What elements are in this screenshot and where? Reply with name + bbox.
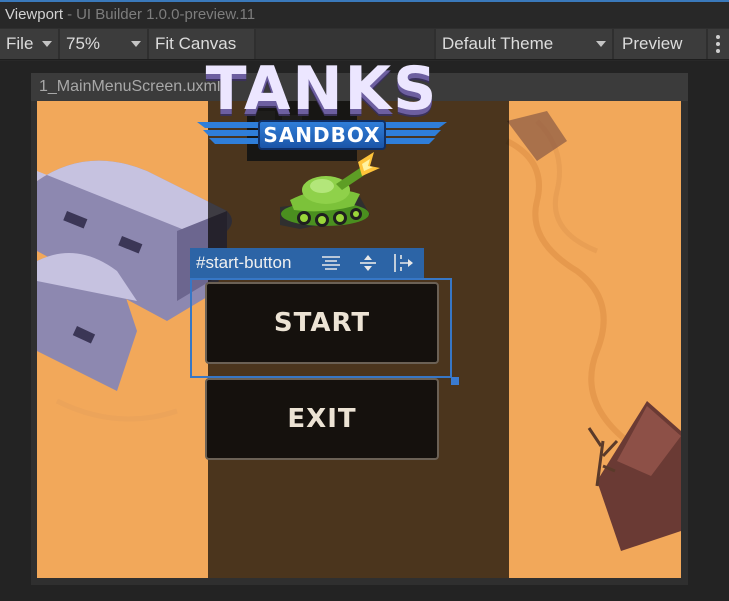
theme-dropdown[interactable]: Default Theme	[436, 29, 612, 59]
selected-element-name: #start-button	[196, 253, 292, 272]
preview-label: Preview	[622, 34, 683, 53]
title-separator: -	[67, 6, 73, 23]
panel-name: Viewport	[5, 6, 64, 23]
logo-title: TANKS	[205, 54, 439, 124]
chevron-down-icon	[596, 41, 606, 47]
logo-subtitle: SANDBOX	[258, 120, 386, 150]
align-justify-icon[interactable]	[320, 253, 342, 273]
file-menu-label: File	[6, 34, 34, 53]
vertical-ellipsis-icon[interactable]	[708, 29, 729, 59]
window-title-bar: Viewport - UI Builder 1.0.0-preview.11	[0, 2, 729, 28]
flex-direction-icon[interactable]	[392, 253, 416, 273]
tank-icon	[280, 152, 380, 229]
theme-value: Default Theme	[442, 34, 554, 53]
selection-label[interactable]: #start-button	[190, 248, 424, 278]
file-menu-button[interactable]: File	[0, 29, 58, 59]
zoom-value: 75%	[66, 34, 101, 53]
zoom-dropdown[interactable]: 75%	[60, 29, 147, 59]
chevron-down-icon	[131, 41, 141, 47]
chevron-down-icon	[42, 41, 52, 47]
exit-button[interactable]: EXIT	[205, 378, 439, 460]
start-button[interactable]: START	[205, 282, 439, 364]
fit-canvas-label: Fit Canvas	[155, 34, 237, 53]
app-title: UI Builder 1.0.0-preview.11	[76, 6, 256, 23]
resize-handle[interactable]	[451, 377, 459, 385]
preview-toggle-button[interactable]: Preview	[614, 29, 706, 59]
align-center-icon[interactable]	[358, 253, 378, 273]
